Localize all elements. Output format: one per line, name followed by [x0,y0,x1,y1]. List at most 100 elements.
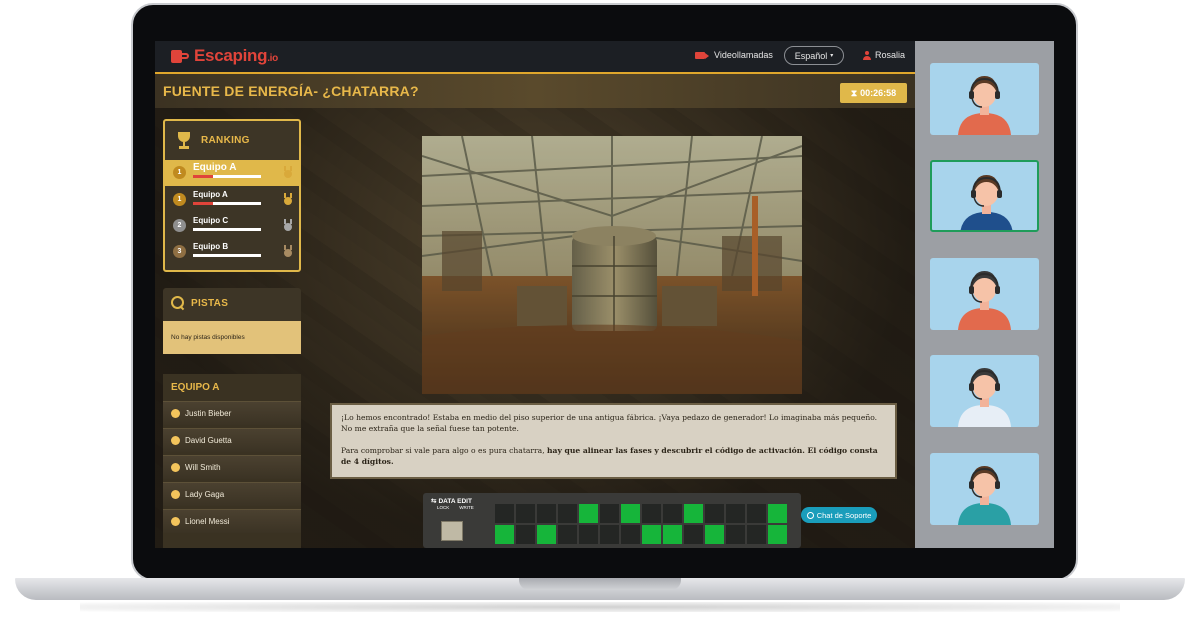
phase-cell[interactable] [621,504,640,523]
language-label: Español [794,50,828,61]
laptop-screen: Escaping.io Videollamadas Español ▾ Rosa… [155,41,1054,548]
position-badge: 2 [173,219,186,232]
ranking-header: Ranking [175,131,250,149]
avatar [960,175,1013,230]
phase-cell[interactable] [705,525,724,544]
team-member[interactable]: David Guetta [163,428,301,452]
lock-write-switch[interactable] [441,521,463,541]
phase-cell[interactable] [684,504,703,523]
arrows-icon: ⇆ [431,498,437,505]
video-tile-participant-4[interactable] [930,355,1039,427]
search-icon [171,296,185,310]
phase-cell[interactable] [537,504,556,523]
phase-cell[interactable] [558,525,577,544]
phase-cell[interactable] [726,525,745,544]
team-panel: Equipo A Justin Bieber David Guetta Will S… [163,374,301,548]
progress-bar [193,202,261,205]
member-status-icon [171,517,180,526]
phase-cell[interactable] [642,504,661,523]
phase-cell[interactable] [495,525,514,544]
phase-cell[interactable] [516,525,535,544]
team-name: Equipo A [193,162,237,173]
progress-bar [193,175,261,178]
phase-cell[interactable] [705,504,724,523]
page-title: Fuente de energía- ¿Chatarra? [163,83,419,99]
logo[interactable]: Escaping.io [169,46,278,66]
puzzle-panel: ⇆ DATA EDIT LOCK WRITE [423,493,801,548]
ranking-row: 1 Equipo A [165,160,299,186]
phase-cell[interactable] [558,504,577,523]
phase-cell[interactable] [579,525,598,544]
videocalls-link[interactable]: Videollamadas [695,50,773,60]
title-bar: Fuente de energía- ¿Chatarra? ⧗ 00:26:58 [155,72,915,108]
video-call-panel [915,41,1054,548]
timer-badge: ⧗ 00:26:58 [840,83,907,103]
member-name: Justin Bieber [185,409,232,418]
laptop-shadow [80,602,1120,612]
support-chat-button[interactable]: Chat de Soporte [801,507,877,523]
avatar [958,76,1011,135]
phase-cell[interactable] [516,504,535,523]
video-tile-participant-1[interactable] [930,63,1039,135]
member-status-icon [171,409,180,418]
medal-icon [283,193,293,205]
video-camera-icon [695,51,709,59]
phase-cell[interactable] [579,504,598,523]
video-tile-participant-2[interactable] [930,160,1039,232]
team-name: Equipo A [193,190,228,199]
avatar [958,271,1011,330]
logo-suffix: .io [267,53,278,64]
laptop-notch [519,578,681,590]
phase-cell[interactable] [642,525,661,544]
phase-cell[interactable] [747,525,766,544]
member-status-icon [171,490,180,499]
user-menu[interactable]: Rosalia [863,50,905,60]
support-chat-label: Chat de Soporte [816,510,872,520]
ranking-row: 2 Equipo C [165,213,299,239]
position-badge: 1 [173,166,186,179]
trophy-icon [175,131,193,149]
ranking-row: 3 Equipo B [165,239,299,265]
team-member[interactable]: Lionel Messi [163,509,301,533]
team-member[interactable]: Will Smith [163,455,301,479]
data-edit-label: DATA EDIT [438,497,472,505]
lock-label: LOCK [437,505,450,510]
phase-cell[interactable] [684,525,703,544]
team-name: Equipo B [193,242,229,251]
phase-cell[interactable] [663,525,682,544]
story-text-box: ¡Lo hemos encontrado! Estaba en medio de… [330,403,897,479]
app: Escaping.io Videollamadas Español ▾ Rosa… [155,41,915,548]
phase-cell[interactable] [600,525,619,544]
team-member[interactable]: Lady Gaga [163,482,301,506]
phase-cell[interactable] [663,504,682,523]
ranking-label: Ranking [201,134,250,146]
video-tile-participant-5[interactable] [930,453,1039,525]
avatar [958,368,1011,427]
video-tile-participant-3[interactable] [930,258,1039,330]
phase-cell[interactable] [495,504,514,523]
ranking-panel: Ranking 1 Equipo A 1 Equipo A 2 Equipo C 3 Equi… [163,119,301,272]
story-paragraph-1: ¡Lo hemos encontrado! Estaba en medio de… [341,413,878,433]
phase-grid [495,504,787,544]
scene-image [422,136,802,394]
top-navbar: Escaping.io Videollamadas Español ▾ Rosa… [155,41,915,72]
chevron-down-icon: ▾ [830,53,834,59]
phase-cell[interactable] [537,525,556,544]
phase-cell[interactable] [726,504,745,523]
factory-generator-image [422,136,802,394]
team-member[interactable]: Justin Bieber [163,401,301,425]
videocalls-label: Videollamadas [714,50,773,60]
phase-cell[interactable] [621,525,640,544]
member-name: Will Smith [185,463,221,472]
position-badge: 3 [173,245,186,258]
phase-cell[interactable] [747,504,766,523]
position-badge: 1 [173,193,186,206]
hourglass-icon: ⧗ [850,87,858,98]
language-dropdown[interactable]: Español ▾ [784,46,844,65]
phase-cell[interactable] [768,504,787,523]
phase-cell[interactable] [600,504,619,523]
phase-cell[interactable] [768,525,787,544]
progress-bar [193,254,261,257]
data-edit-control: ⇆ DATA EDIT LOCK WRITE [431,497,483,547]
user-name: Rosalia [875,50,906,60]
